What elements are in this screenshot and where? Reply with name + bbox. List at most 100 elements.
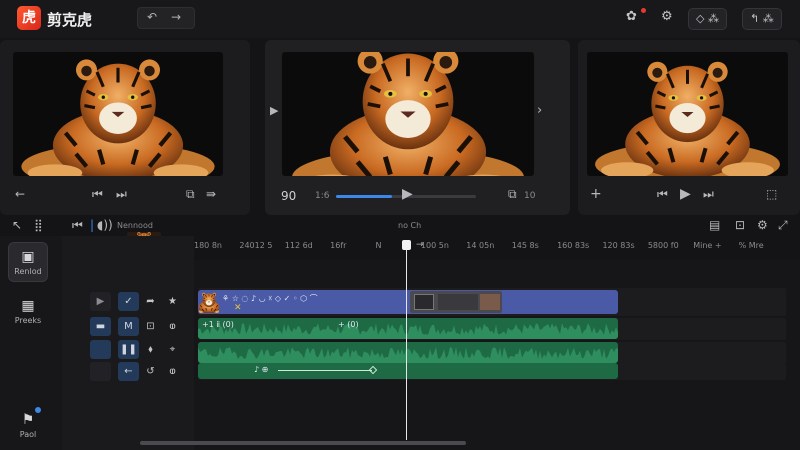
fullscreen-icon[interactable]: ⧉: [508, 187, 517, 202]
audio-clip[interactable]: +1 ⅱ (0) + (0): [198, 318, 618, 339]
track-type-icon[interactable]: [90, 362, 111, 381]
ruler-tick-label: Mine +: [693, 241, 722, 250]
track-effect-icon[interactable]: ★: [162, 292, 183, 311]
playhead-handle[interactable]: [402, 240, 411, 250]
ruler-tick-label: 112 6d: [284, 241, 313, 250]
notification-dot: [641, 8, 646, 13]
ruler-tick-label: 16fr: [330, 241, 347, 250]
track-back-icon[interactable]: ←: [118, 362, 139, 381]
zoom-fit-icon[interactable]: ⤢: [778, 218, 788, 233]
track-lock-icon[interactable]: ➦: [140, 292, 161, 311]
track-mute-icon[interactable]: M: [118, 317, 139, 336]
export-frame-icon[interactable]: ⬚: [766, 187, 777, 201]
snap-icon[interactable]: ⊡: [735, 218, 745, 232]
settings-icon[interactable]: ⚙: [661, 9, 673, 24]
ruler-tick-label: % Mre: [738, 241, 764, 250]
track-loop-icon[interactable]: ↺: [140, 362, 161, 381]
split-tool-icon[interactable]: ⣿: [34, 218, 43, 232]
track-effect-icon[interactable]: ⌖: [162, 340, 183, 359]
redo-icon[interactable]: →: [171, 10, 181, 24]
track-effect-icon[interactable]: ⱷ: [162, 362, 183, 381]
playhead-arrow-icon: →: [416, 240, 424, 250]
sidebar-item-label: Preeks: [14, 316, 42, 325]
audio-clip[interactable]: [198, 342, 618, 363]
audio-waveform: [198, 323, 618, 339]
prev-panel-icon[interactable]: ▶: [270, 104, 278, 117]
ruler-tick-label: 120 83s: [602, 241, 635, 250]
back-arrow-icon[interactable]: ←: [15, 187, 25, 201]
clip-label: + (0): [338, 320, 359, 329]
clip-label: ♪ ⊕: [254, 365, 269, 374]
audio-wave-icon[interactable]: ◖)): [97, 218, 113, 232]
layout-icon[interactable]: ▤: [709, 218, 720, 232]
clip-label: +1 ⅱ (0): [202, 320, 234, 329]
ruler-tick-label: 180 8n: [194, 241, 222, 250]
timeline-toolbar: ↖ ⣿ ⏮ | ◖)) Nennood no Ch ▤ ⊡ ⚙ ⤢: [0, 216, 800, 236]
undo-redo-group: ↶ →: [137, 7, 195, 29]
main-viewer[interactable]: [282, 52, 534, 176]
top-bar: 虎 剪克虎 ↶ → ✿ ⚙ ◇ ⁂ ↰ ⁂: [0, 0, 800, 38]
track-type-icon[interactable]: [90, 340, 111, 359]
track-lock-icon[interactable]: ⬧: [140, 340, 161, 359]
skip-forward-icon[interactable]: ⏭: [703, 187, 714, 202]
end-time: 10: [524, 191, 536, 201]
skip-forward-icon[interactable]: ⏭: [116, 187, 127, 202]
ruler-tick-label: 5800 f0: [647, 241, 679, 250]
marker-icon[interactable]: |: [90, 218, 94, 232]
playhead[interactable]: [406, 240, 407, 440]
ruler-tick-label: 160 83s: [557, 241, 590, 250]
export-button[interactable]: ↰ ⁂: [742, 8, 782, 30]
share-icon[interactable]: ⇛: [206, 187, 216, 201]
track-lock-icon[interactable]: ⊡: [140, 317, 161, 336]
ruler-tick-label: N: [375, 241, 382, 250]
track-type-icon[interactable]: ▬: [90, 317, 111, 336]
horizontal-scrollbar[interactable]: [140, 441, 466, 445]
add-icon[interactable]: +: [590, 186, 602, 202]
badge-dot: [35, 407, 41, 413]
play-icon[interactable]: ▶: [680, 186, 691, 202]
select-tool-icon[interactable]: ↖: [12, 218, 22, 232]
sidebar-item-label: Paol: [19, 430, 37, 439]
timeline-ruler[interactable]: 180 8n 24012 5 112 6d 16fr N 100 5n 14 05n 145 …: [194, 236, 800, 258]
sidebar-item-media[interactable]: ▣ Renlod: [8, 242, 48, 282]
sidebar-item-presets[interactable]: ▦ Preeks: [8, 292, 48, 332]
toolbar-label: Nennood: [117, 221, 153, 230]
scrub-progress: [336, 195, 392, 198]
audio-clip[interactable]: ♪ ⊕: [198, 363, 618, 379]
volume-keyframe[interactable]: [368, 365, 378, 375]
left-sidebar: ▣ Renlod ▦ Preeks ⚑ Paol: [0, 236, 62, 450]
track-pause-icon[interactable]: ❚❚: [118, 340, 139, 359]
tiger-image: [282, 52, 534, 176]
current-time: 90: [281, 189, 297, 203]
grid-icon: ▦: [21, 298, 35, 314]
audio-waveform: [198, 347, 618, 363]
effects-icon[interactable]: ✿: [626, 9, 637, 24]
ruler-tick-label: 145 8s: [511, 241, 539, 250]
source-viewer[interactable]: [13, 52, 223, 176]
track-visibility-icon[interactable]: ▶: [90, 292, 111, 311]
view-toggle-button[interactable]: ◇ ⁂: [688, 8, 727, 30]
play-icon[interactable]: ▶: [402, 186, 413, 202]
tiger-image: [13, 52, 223, 176]
skip-back-icon[interactable]: ⏮: [92, 187, 103, 202]
app-logo: 虎: [17, 6, 41, 30]
output-viewer[interactable]: [587, 52, 788, 176]
next-panel-icon[interactable]: ›: [537, 103, 542, 118]
tiger-image: [587, 52, 788, 176]
clip-thumbnail: [199, 291, 219, 313]
timeline-settings-icon[interactable]: ⚙: [757, 218, 768, 232]
video-clip[interactable]: ⚘ ☆ ◌ ♪ ◡ ☓ ◇ ✓ ◦ ⬡ ⌒ ✕: [198, 290, 618, 314]
skip-back-icon[interactable]: ⏮: [657, 187, 668, 202]
clip-thumbnail-strip: [410, 291, 502, 313]
track-effect-icon[interactable]: ⱷ: [162, 317, 183, 336]
undo-icon[interactable]: ↶: [147, 10, 157, 24]
crop-icon[interactable]: ⧉: [186, 187, 195, 202]
app-title: 剪克虎: [47, 11, 93, 29]
sidebar-item-label: Renlod: [14, 267, 42, 276]
media-icon: ▣: [21, 249, 35, 265]
track-mute-icon[interactable]: ✓: [118, 292, 139, 311]
trim-icon[interactable]: ⏮: [72, 218, 83, 233]
sidebar-item-panel[interactable]: ⚑ Paol: [8, 406, 48, 446]
volume-line[interactable]: [278, 370, 372, 371]
ruler-tick-label: 24012 5: [239, 241, 273, 250]
